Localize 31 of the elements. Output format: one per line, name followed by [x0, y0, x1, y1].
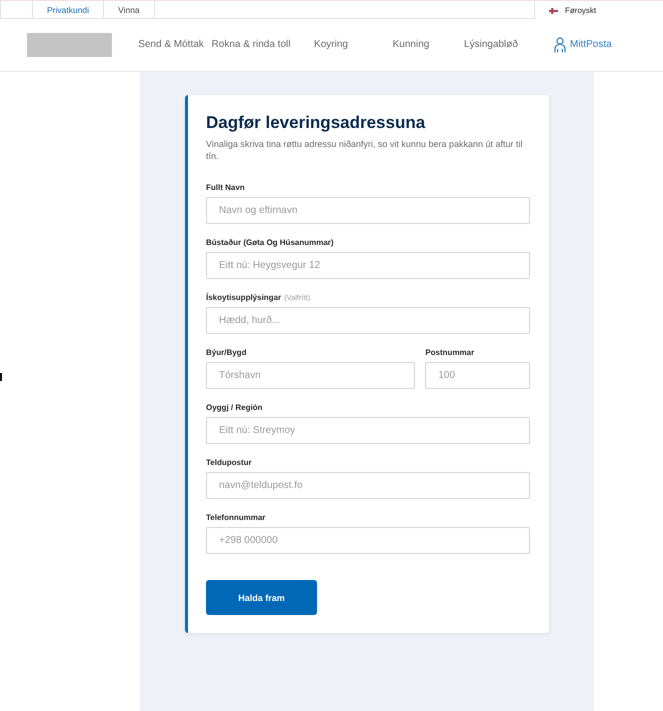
input-field[interactable]: Navn og eftirnavn	[206, 197, 530, 224]
intro-text: Vinaliga skriva tina røttu adressu niðanfyri, so vit kunnu bera pakkann út aftur til tín.	[206, 138, 524, 162]
field-label: Fullt Navn	[206, 183, 245, 192]
field-label: Oyggj / Región	[206, 403, 262, 412]
language-selector[interactable]: Føroyskt	[549, 5, 596, 17]
edge-mark	[0, 373, 2, 381]
input-field[interactable]: +298 000000	[206, 527, 530, 554]
input-field[interactable]: Tórshavn	[206, 362, 416, 389]
input-field[interactable]: 100	[425, 362, 530, 389]
input-field[interactable]: navn@teldupost.fo	[206, 472, 530, 499]
field-label: Telefonnummar	[206, 513, 266, 522]
nav-link[interactable]: Koyring	[314, 38, 348, 52]
nav-link[interactable]: Lýsingabløð	[464, 38, 518, 52]
field-label: Ískoytisupplýsingar	[206, 293, 282, 302]
segment-tab[interactable]: Privatkundi	[32, 1, 104, 18]
field-label: Teldupostur	[206, 458, 252, 467]
nav-link[interactable]: Send & Móttak	[138, 38, 204, 52]
field-label: Bústaður (Gøta Og Húsanummar)	[206, 238, 334, 247]
field-label: Býur/Bygd	[206, 348, 246, 357]
input-field[interactable]: Eitt nú: Heygsvegur 12	[206, 252, 530, 279]
input-field[interactable]: Eitt nú: Streymoy	[206, 417, 530, 444]
segment-tab[interactable]: Vinna	[104, 1, 155, 18]
flag-icon	[549, 8, 558, 14]
input-field[interactable]: Hædd, hurð...	[206, 307, 530, 334]
form-title: Dagfør leveringsadressuna	[206, 112, 426, 134]
user-icon	[554, 37, 566, 53]
continue-button[interactable]: Halda fram	[206, 580, 317, 615]
account-link[interactable]: MittPosta	[554, 37, 612, 53]
nav-link[interactable]: Kunning	[392, 38, 430, 52]
nav-link[interactable]: Rokna & rinda toll	[212, 38, 290, 52]
field-label: Postnummar	[425, 348, 474, 357]
